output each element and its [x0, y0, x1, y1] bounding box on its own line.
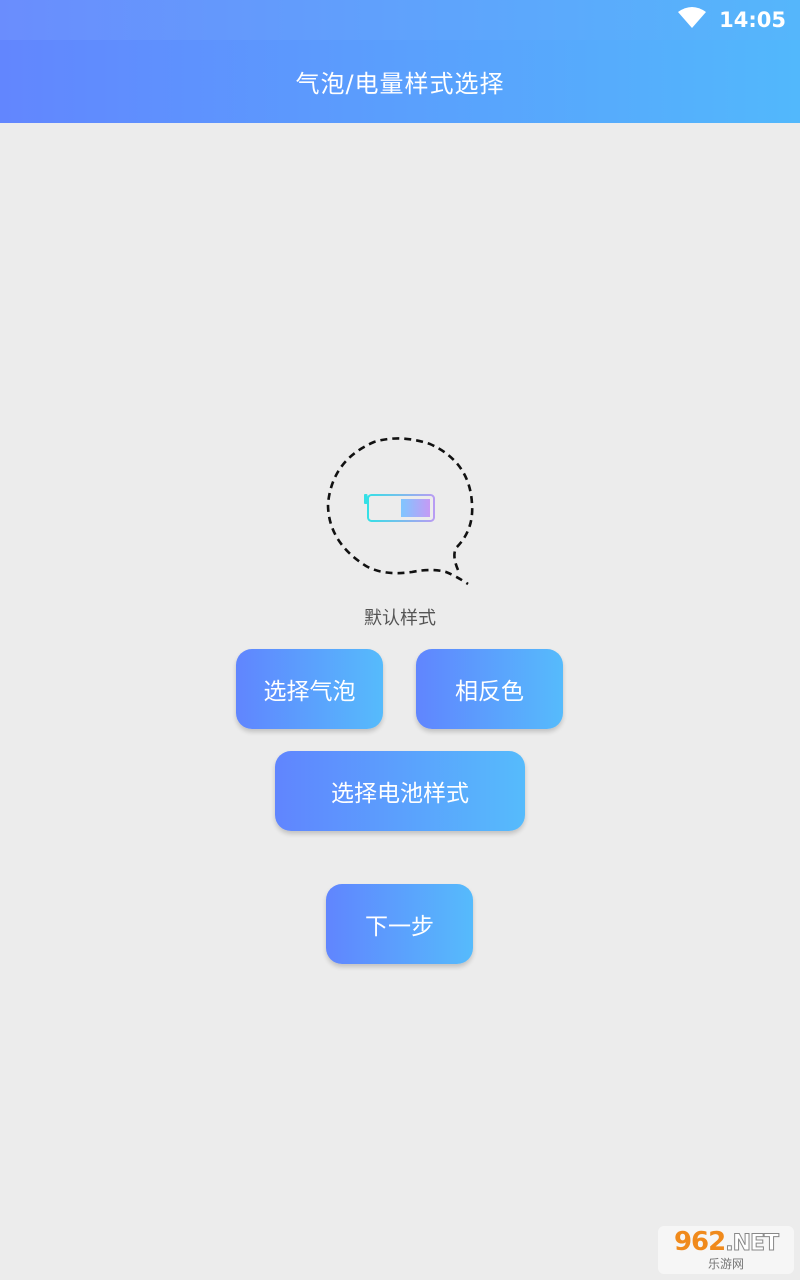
status-icons: 14:05 [677, 0, 786, 40]
select-bubble-button[interactable]: 选择气泡 [236, 649, 383, 729]
watermark-suffix: .NET [725, 1231, 780, 1257]
speech-bubble-icon [326, 437, 474, 586]
watermark-number: 962 [673, 1227, 726, 1257]
bubble-preview [322, 432, 478, 592]
status-time: 14:05 [719, 8, 786, 32]
select-battery-style-button[interactable]: 选择电池样式 [275, 751, 525, 831]
status-bar: 14:05 [0, 0, 800, 40]
style-name-label: 默认样式 [364, 608, 436, 629]
watermark-subtitle: 乐游网 [707, 1257, 744, 1271]
wifi-icon [677, 7, 707, 33]
next-button[interactable]: 下一步 [326, 884, 473, 964]
page-title: 气泡/电量样式选择 [295, 70, 505, 98]
app-bar: 气泡/电量样式选择 [0, 40, 800, 123]
invert-color-button[interactable]: 相反色 [416, 649, 563, 729]
battery-icon [364, 494, 435, 522]
watermark-logo: 962.NET 乐游网 [658, 1226, 794, 1274]
